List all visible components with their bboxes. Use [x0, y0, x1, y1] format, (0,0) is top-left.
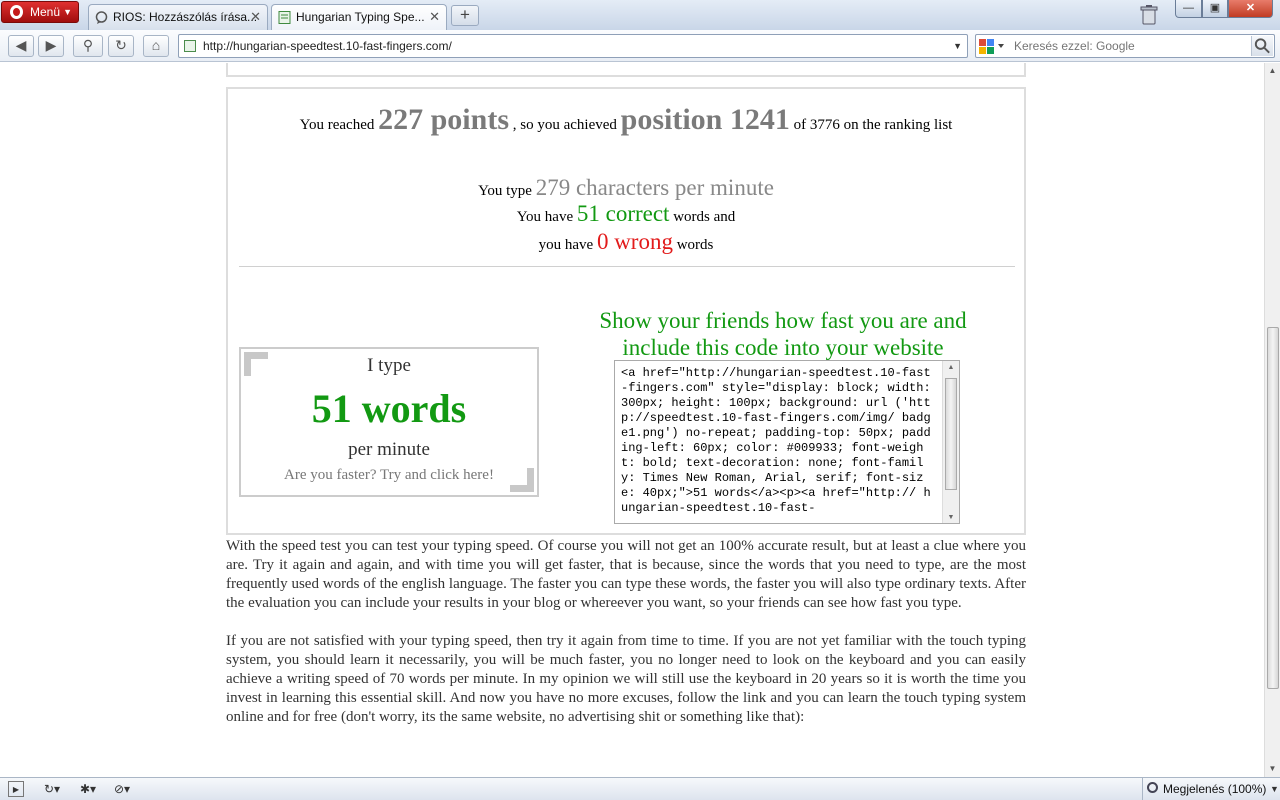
result-box: You reached 227 points , so you achieved…	[226, 87, 1026, 535]
sync-icon[interactable]: ↻▾	[44, 781, 60, 797]
turbo-icon[interactable]: ✱▾	[80, 781, 96, 797]
browser-titlebar: Menü ▼ RIOS: Hozzászólás írása... ✕ Hung…	[0, 0, 1280, 31]
page-icon	[278, 11, 291, 24]
tab-title: Hungarian Typing Spe...	[296, 10, 425, 24]
maximize-icon[interactable]: ▣	[1202, 0, 1228, 18]
have-label: You have	[516, 209, 574, 225]
tab-title: RIOS: Hozzászólás írása...	[113, 10, 258, 24]
address-bar[interactable]: http://hungarian-speedtest.10-fast-finge…	[178, 34, 968, 58]
window-close-icon[interactable]: ✕	[1228, 0, 1273, 18]
badge-words-value: 51 words	[311, 386, 467, 431]
block-content-icon[interactable]: ⊘▾	[114, 781, 130, 797]
key-icon[interactable]: ⚲	[73, 35, 103, 57]
previous-section-box	[226, 63, 1026, 77]
minimize-icon[interactable]: —	[1175, 0, 1202, 18]
panel-toggle-icon[interactable]: ▶	[8, 781, 24, 797]
search-icon[interactable]	[1251, 36, 1273, 56]
embed-code-text[interactable]: <a href="http://hungarian-speedtest.10-f…	[621, 366, 933, 516]
wrong-value: 0 wrong	[596, 229, 673, 254]
achieved-label: , so you achieved	[512, 117, 617, 133]
home-icon[interactable]: ⌂	[143, 35, 169, 57]
close-tab-icon[interactable]: ✕	[429, 5, 440, 29]
menu-label: Menü	[30, 5, 61, 19]
close-tab-icon[interactable]: ✕	[250, 5, 261, 29]
scroll-thumb[interactable]	[1267, 327, 1279, 689]
reached-label: You reached	[299, 117, 375, 133]
badge-per-minute: per minute	[348, 439, 430, 460]
status-bar: ▶ ↻▾ ✱▾ ⊘▾ Megjelenés (100%) ▼	[0, 777, 1280, 800]
chevron-down-icon[interactable]: ▼	[953, 35, 962, 57]
browser-toolbar: ◀ ▶ ⚲ ↻ ⌂ http://hungarian-speedtest.10-…	[0, 30, 1280, 62]
scroll-down-arrow-icon[interactable]: ▼	[1265, 761, 1280, 777]
divider	[239, 266, 1015, 267]
wrong-line: you have 0 wrong words	[228, 229, 1024, 255]
zoom-label: Megjelenés (100%)	[1163, 782, 1267, 796]
search-bar[interactable]	[975, 34, 1275, 58]
address-url[interactable]: http://hungarian-speedtest.10-fast-finge…	[203, 35, 452, 57]
speech-bubble-icon	[95, 11, 108, 24]
type-label: You type	[478, 183, 532, 199]
scroll-up-arrow-icon[interactable]: ▲	[943, 363, 959, 371]
cpm-value: 279 characters per minute	[535, 175, 774, 200]
speed-badge[interactable]: I type 51 words per minute Are you faste…	[239, 347, 539, 497]
position-value: position 1241	[620, 103, 790, 136]
ranking-line: You reached 227 points , so you achieved…	[228, 103, 1024, 137]
google-logo-icon[interactable]	[978, 37, 1008, 55]
ranking-suffix: of 3776 on the ranking list	[793, 117, 953, 133]
embed-code-textarea[interactable]: <a href="http://hungarian-speedtest.10-f…	[614, 360, 960, 524]
speed-line: You type 279 characters per minute	[228, 175, 1024, 201]
page-icon	[184, 40, 196, 52]
scroll-up-arrow-icon[interactable]: ▲	[1265, 63, 1280, 79]
search-input[interactable]	[1014, 35, 1244, 57]
trash-icon[interactable]	[1140, 5, 1158, 25]
wrong-suffix: words	[676, 237, 714, 253]
info-paragraph: If you are not satisfied with your typin…	[226, 633, 1026, 725]
opera-menu-button[interactable]: Menü ▼	[1, 1, 79, 23]
opera-logo-icon	[10, 5, 23, 19]
tab-typing-speed[interactable]: Hungarian Typing Spe... ✕	[271, 4, 447, 31]
magnifier-icon	[1147, 782, 1158, 793]
correct-line: You have 51 correct words and	[228, 201, 1024, 227]
points-value: 227 points	[378, 103, 509, 136]
back-arrow-icon[interactable]: ◀	[8, 35, 34, 57]
have-label: you have	[538, 237, 594, 253]
page-scrollbar[interactable]: ▲ ▼	[1264, 63, 1280, 777]
reload-icon[interactable]: ↻	[108, 35, 134, 57]
scroll-down-arrow-icon[interactable]: ▼	[943, 513, 959, 521]
chevron-down-icon: ▼	[63, 7, 72, 17]
share-heading: Show your friends how fast you are and i…	[599, 308, 967, 360]
zoom-control[interactable]: Megjelenés (100%)	[1142, 778, 1266, 800]
badge-cta-link[interactable]: Are you faster? Try and click here!	[241, 467, 537, 484]
correct-value: 51 correct	[576, 201, 670, 226]
page-viewport: You reached 227 points , so you achieved…	[0, 63, 1264, 777]
tab-rios[interactable]: RIOS: Hozzászólás írása... ✕	[88, 4, 268, 30]
chevron-down-icon[interactable]: ▼	[1270, 778, 1279, 800]
forward-arrow-icon[interactable]: ▶	[38, 35, 64, 57]
textarea-scrollbar[interactable]: ▲ ▼	[942, 361, 959, 523]
new-tab-button[interactable]: +	[451, 5, 479, 26]
scroll-thumb[interactable]	[945, 378, 957, 490]
info-paragraph: With the speed test you can test your ty…	[226, 538, 1026, 611]
correct-suffix: words and	[673, 209, 736, 225]
badge-i-type: I type	[367, 355, 411, 376]
